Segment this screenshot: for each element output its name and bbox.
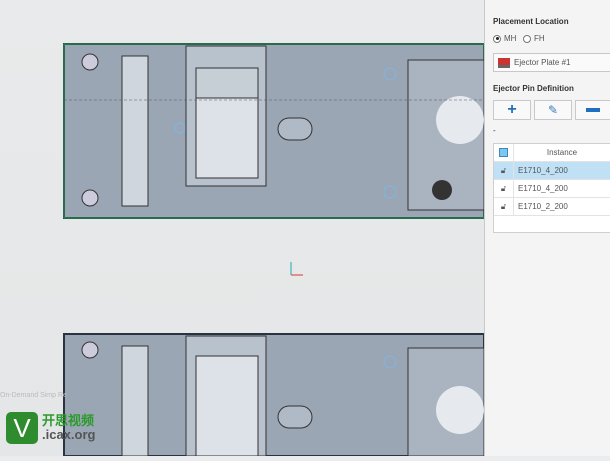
- table-row[interactable]: 🔓︎ E1710_4_200: [494, 180, 610, 198]
- dash-text: -: [493, 126, 496, 135]
- instance-name: E1710_4_200: [518, 166, 568, 175]
- placement-location-label: Placement Location: [493, 17, 569, 26]
- plate-select-value: Ejector Plate #1: [514, 58, 571, 67]
- status-text: On-Demand Simp Re: [0, 392, 67, 399]
- ejector-pin-panel: Placement Location MH FH Ejector Plate #…: [484, 0, 610, 456]
- table-row[interactable]: 🔓︎ E1710_4_200: [494, 162, 610, 180]
- mold-part-top: [63, 43, 485, 219]
- instance-header: Instance: [546, 148, 578, 157]
- plate-icon: [498, 57, 510, 68]
- add-pin-button[interactable]: +: [493, 100, 531, 120]
- unlock-icon: 🔓︎: [500, 183, 507, 193]
- unlock-icon: 🔓︎: [500, 165, 507, 175]
- plus-icon: +: [507, 101, 517, 118]
- 3d-viewport[interactable]: On-Demand Simp Re V 开思视频 .icax.org: [0, 0, 485, 457]
- pencil-icon: ✎: [547, 103, 559, 117]
- table-header: Instance: [494, 144, 610, 162]
- remove-pin-button[interactable]: [575, 100, 610, 120]
- unlock-icon: 🔓︎: [500, 201, 507, 211]
- watermark-logo: V 开思视频 .icax.org: [6, 412, 95, 444]
- radio-fh-label: FH: [534, 34, 545, 43]
- radio-fh[interactable]: FH: [523, 34, 545, 43]
- instance-table: Instance 🔓︎ E1710_4_200 🔓︎ E1710_4_200 🔓︎ E…: [493, 143, 610, 233]
- ejector-plate-select[interactable]: Ejector Plate #1: [493, 53, 610, 72]
- ejector-pin-definition-label: Ejector Pin Definition: [493, 84, 574, 93]
- minus-icon: [586, 108, 600, 112]
- mold-part-bottom: [63, 333, 485, 457]
- table-row[interactable]: 🔓︎ E1710_2_200: [494, 198, 610, 216]
- radio-mh-label: MH: [504, 34, 517, 43]
- radio-mh[interactable]: MH: [493, 34, 516, 43]
- edit-pin-button[interactable]: ✎: [534, 100, 572, 120]
- instance-name: E1710_2_200: [518, 202, 568, 211]
- mold-model: [63, 43, 485, 457]
- instance-name: E1710_4_200: [518, 184, 568, 193]
- coordinate-triad: [290, 262, 303, 276]
- cube-icon: [499, 148, 508, 157]
